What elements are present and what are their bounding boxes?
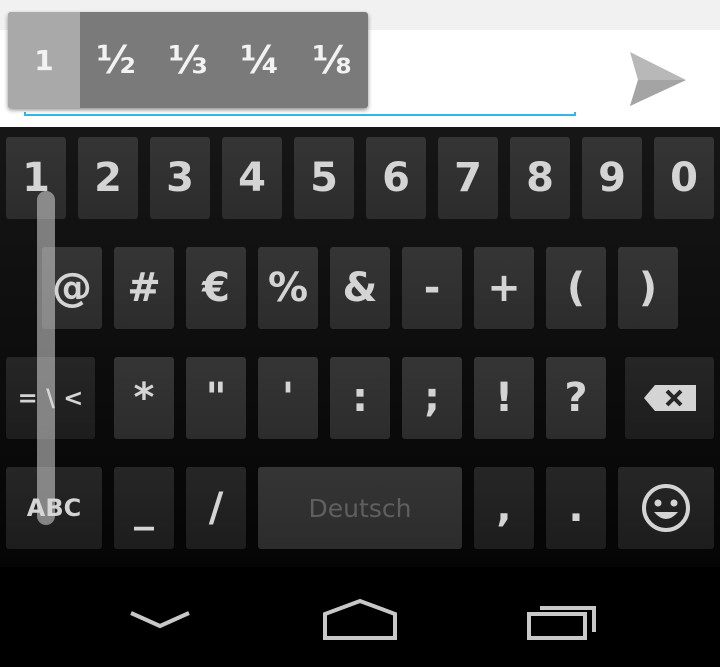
key-9[interactable]: 9	[582, 137, 642, 219]
home-button[interactable]	[300, 589, 420, 649]
soft-keyboard: 1 2 3 4 5 6 7 8 9 0 @ # € % & - + ( ) = …	[0, 127, 720, 567]
back-chevron-icon	[130, 611, 190, 629]
popup-key-one-half[interactable]: ½	[80, 12, 152, 108]
key-6[interactable]: 6	[366, 137, 426, 219]
key-single-quote[interactable]: '	[258, 357, 318, 439]
send-button[interactable]	[622, 48, 692, 110]
delete-key[interactable]	[625, 357, 714, 439]
key-7[interactable]: 7	[438, 137, 498, 219]
navigation-bar	[0, 567, 720, 667]
key-semicolon[interactable]: ;	[402, 357, 462, 439]
key-2[interactable]: 2	[78, 137, 138, 219]
key-4[interactable]: 4	[222, 137, 282, 219]
key-percent[interactable]: %	[258, 247, 318, 329]
key-comma[interactable]: ,	[474, 467, 534, 549]
key-3[interactable]: 3	[150, 137, 210, 219]
backspace-icon	[643, 385, 696, 411]
key-period[interactable]: .	[546, 467, 606, 549]
key-double-quote[interactable]: "	[186, 357, 246, 439]
key-minus[interactable]: -	[402, 247, 462, 329]
back-button[interactable]	[100, 589, 220, 649]
key-asterisk[interactable]: *	[114, 357, 174, 439]
more-keys-popup: 1 ½ ⅓ ¼ ⅛	[8, 12, 368, 108]
key-question[interactable]: ?	[546, 357, 606, 439]
key-open-paren[interactable]: (	[546, 247, 606, 329]
message-input[interactable]	[24, 112, 576, 116]
home-icon	[323, 598, 397, 640]
key-exclamation[interactable]: !	[474, 357, 534, 439]
key-colon[interactable]: :	[330, 357, 390, 439]
recents-icon	[527, 606, 596, 640]
key-close-paren[interactable]: )	[618, 247, 678, 329]
popup-key-one-eighth[interactable]: ⅛	[296, 12, 368, 108]
gesture-trail	[37, 191, 55, 525]
key-plus[interactable]: +	[474, 247, 534, 329]
key-0[interactable]: 0	[654, 137, 714, 219]
key-euro[interactable]: €	[186, 247, 246, 329]
popup-key-1[interactable]: 1	[8, 12, 80, 108]
key-8[interactable]: 8	[510, 137, 570, 219]
key-hash[interactable]: #	[114, 247, 174, 329]
key-ampersand[interactable]: &	[330, 247, 390, 329]
key-slash[interactable]: /	[186, 467, 246, 549]
popup-key-one-quarter[interactable]: ¼	[224, 12, 296, 108]
emoji-key[interactable]	[618, 467, 714, 549]
key-5[interactable]: 5	[294, 137, 354, 219]
recents-button[interactable]	[502, 589, 622, 649]
space-bar[interactable]: Deutsch	[258, 467, 462, 549]
popup-key-one-third[interactable]: ⅓	[152, 12, 224, 108]
key-1[interactable]: 1	[6, 137, 66, 219]
send-icon	[630, 52, 686, 106]
key-underscore[interactable]: _	[114, 467, 174, 549]
smiley-icon	[642, 484, 690, 532]
